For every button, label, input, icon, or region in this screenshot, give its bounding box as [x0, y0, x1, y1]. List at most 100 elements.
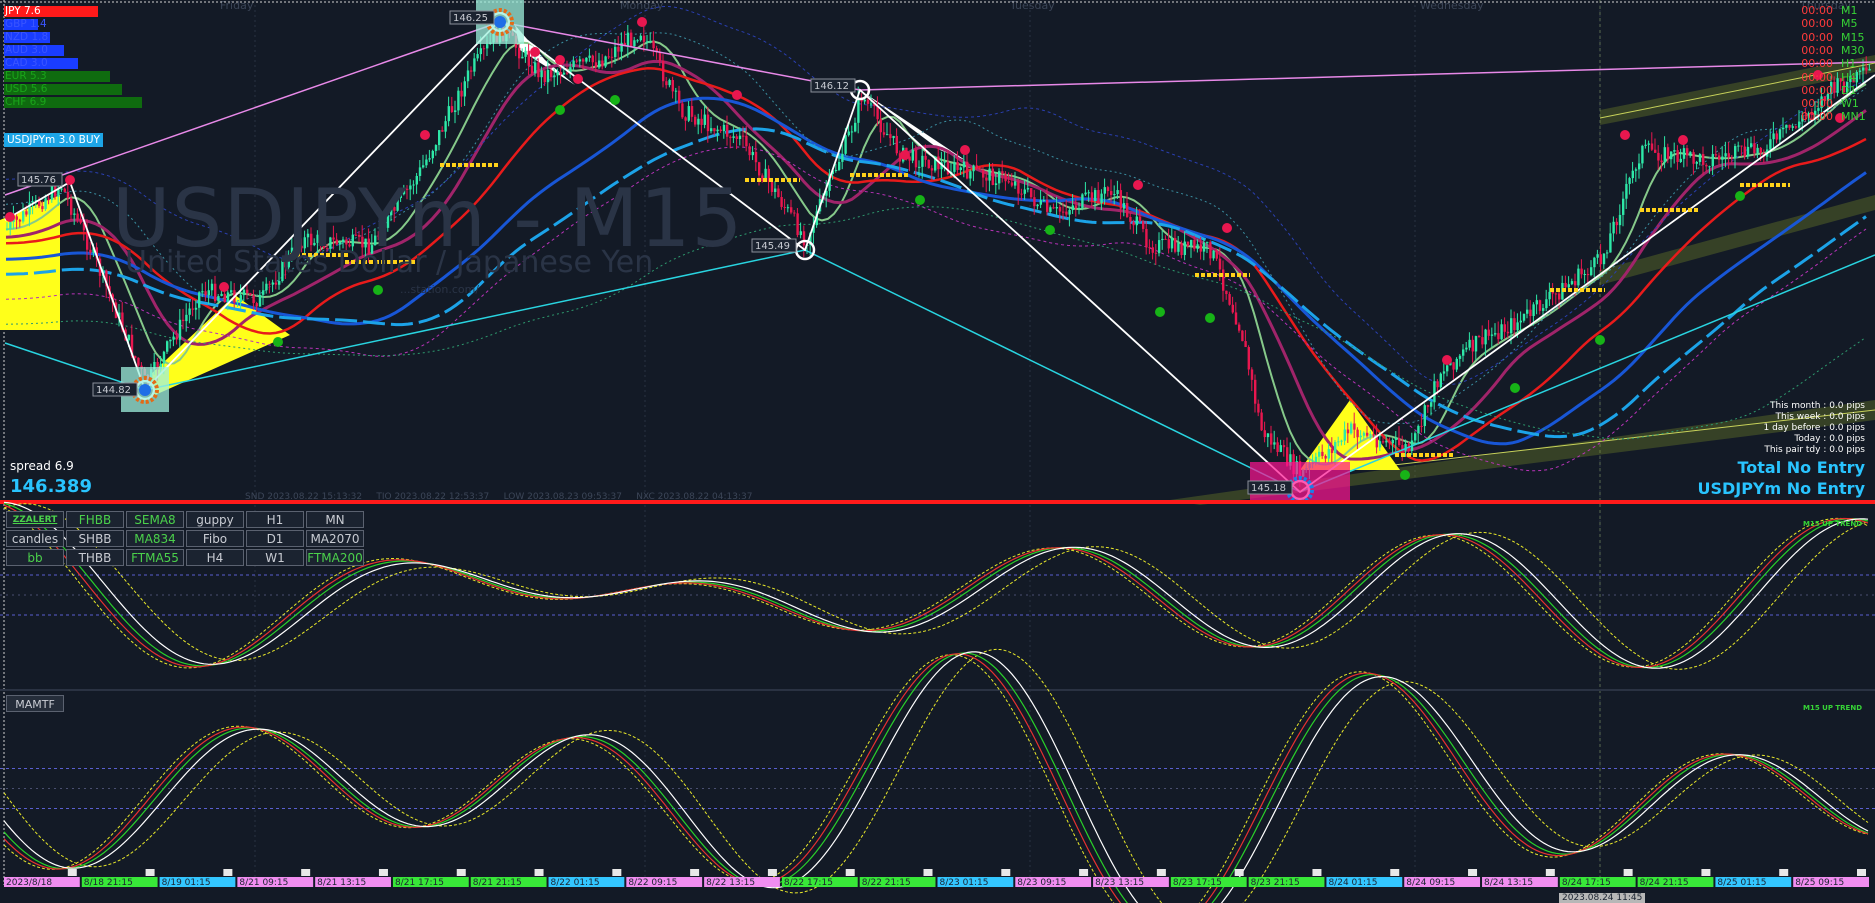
candle-body	[1519, 320, 1522, 323]
toggle-sema8[interactable]: SEMA8	[126, 511, 184, 528]
candle-body	[63, 188, 66, 192]
candle-body	[758, 162, 761, 176]
candle-body	[1545, 299, 1548, 309]
candle-body	[1468, 339, 1471, 348]
candle-body	[553, 75, 556, 78]
strength-row-1: GBP 1.4	[4, 18, 124, 30]
toggle-guppy[interactable]: guppy	[186, 511, 244, 528]
candle-body	[607, 56, 610, 58]
candle-body	[1663, 147, 1666, 163]
candle-body	[1033, 197, 1036, 207]
mamtf-button[interactable]: MAMTF	[6, 695, 64, 712]
candle-body	[1010, 182, 1014, 186]
toggle-ftma200[interactable]: FTMA200	[306, 549, 364, 566]
tf-row-m1: 00:00 M1	[1801, 4, 1867, 17]
candle-body	[671, 80, 674, 92]
session-label: 8/23 13:15	[1095, 878, 1144, 888]
candle-body	[1254, 379, 1257, 404]
candle-body	[431, 150, 434, 159]
candle-body	[1455, 358, 1458, 370]
toggle-mn[interactable]: MN	[306, 511, 364, 528]
candle-body	[1666, 147, 1670, 160]
toggle-ma2070[interactable]: MA2070	[306, 530, 364, 547]
candle-body	[1513, 318, 1516, 331]
candle-body	[665, 81, 668, 86]
toggle-fibo[interactable]: Fibo	[186, 530, 244, 547]
toggle-fhbb[interactable]: FHBB	[66, 511, 124, 528]
candle-body	[137, 357, 140, 366]
candle-body	[1503, 324, 1506, 332]
candle-body	[1180, 242, 1183, 256]
candle-body	[476, 54, 479, 59]
toggle-h4[interactable]: H4	[186, 549, 244, 566]
candle-body	[1129, 216, 1132, 222]
candle-body	[1554, 293, 1558, 295]
candle-body	[1366, 432, 1369, 436]
candle-body	[249, 293, 252, 296]
toggle-h1[interactable]: H1	[246, 511, 304, 528]
price-chart[interactable]: Friday Monday Tuesday Wednesday Thursday 146…	[0, 0, 1875, 903]
tf-row-mn1: 00:00 MN1	[1801, 110, 1867, 123]
candle-body	[790, 207, 793, 213]
candle-body	[246, 289, 249, 294]
candle-body	[1087, 192, 1090, 194]
toggle-w1[interactable]: W1	[246, 549, 304, 566]
candle-body	[1426, 405, 1430, 407]
toggle-d1[interactable]: D1	[246, 530, 304, 547]
candle-body	[1190, 240, 1193, 247]
candle-body	[626, 32, 630, 47]
candle-body	[1535, 300, 1538, 305]
candle-body	[1734, 146, 1737, 159]
candle-body	[1154, 252, 1158, 254]
candle-body	[530, 65, 534, 74]
candle-body	[207, 290, 210, 296]
candle-body	[482, 48, 486, 50]
candle-body	[460, 90, 463, 97]
candle-body	[636, 40, 639, 42]
candle-body	[726, 124, 729, 137]
candle-body	[178, 319, 182, 340]
candle-body	[1420, 425, 1423, 427]
toggle-zzalert[interactable]: ZZALERT	[6, 511, 64, 528]
flag-icon	[534, 869, 544, 876]
candle-body	[1673, 150, 1676, 152]
pip-stat-1: This week : 0.0 pips	[1775, 412, 1865, 422]
tf-time: 00:00	[1801, 97, 1833, 111]
flag-icon	[223, 869, 233, 876]
candle-body	[166, 341, 169, 352]
candle-body	[617, 46, 620, 52]
candle-body	[1670, 151, 1673, 160]
candle-body	[610, 56, 614, 58]
candle-body	[470, 70, 473, 72]
tf-name: D1	[1841, 83, 1857, 97]
session-label: 8/24 13:15	[1484, 878, 1533, 888]
green-signal-dot	[1735, 191, 1745, 201]
flag-icon	[1312, 869, 1322, 876]
candle-body	[550, 69, 553, 78]
candle-body	[1090, 192, 1094, 201]
pip-stat-2: 1 day before : 0.0 pips	[1763, 423, 1865, 433]
candle-body	[217, 296, 220, 302]
flag-icon	[1079, 869, 1089, 876]
toggle-ftma55[interactable]: FTMA55	[126, 549, 184, 566]
candle-body	[1071, 205, 1074, 211]
strength-label: GBP 1.4	[5, 18, 47, 30]
candle-body	[1356, 429, 1359, 438]
channel-bands	[1170, 55, 1875, 505]
toggle-shbb[interactable]: SHBB	[66, 530, 124, 547]
candle-body	[943, 161, 946, 163]
candle-body	[1727, 153, 1730, 158]
candle-body	[1106, 187, 1110, 192]
toggle-ma834[interactable]: MA834	[126, 530, 184, 547]
toggle-thbb[interactable]: THBB	[66, 549, 124, 566]
candle-body	[1103, 187, 1106, 194]
candle-body	[1186, 241, 1190, 247]
candle-body	[751, 151, 754, 156]
toggle-candles[interactable]: candles	[6, 530, 64, 547]
candle-body	[582, 59, 585, 62]
candle-body	[681, 103, 684, 118]
tf-name: W1	[1841, 97, 1859, 111]
osc-red	[3, 653, 1869, 903]
candle-body	[1081, 194, 1084, 209]
toggle-bb[interactable]: bb	[6, 549, 64, 566]
